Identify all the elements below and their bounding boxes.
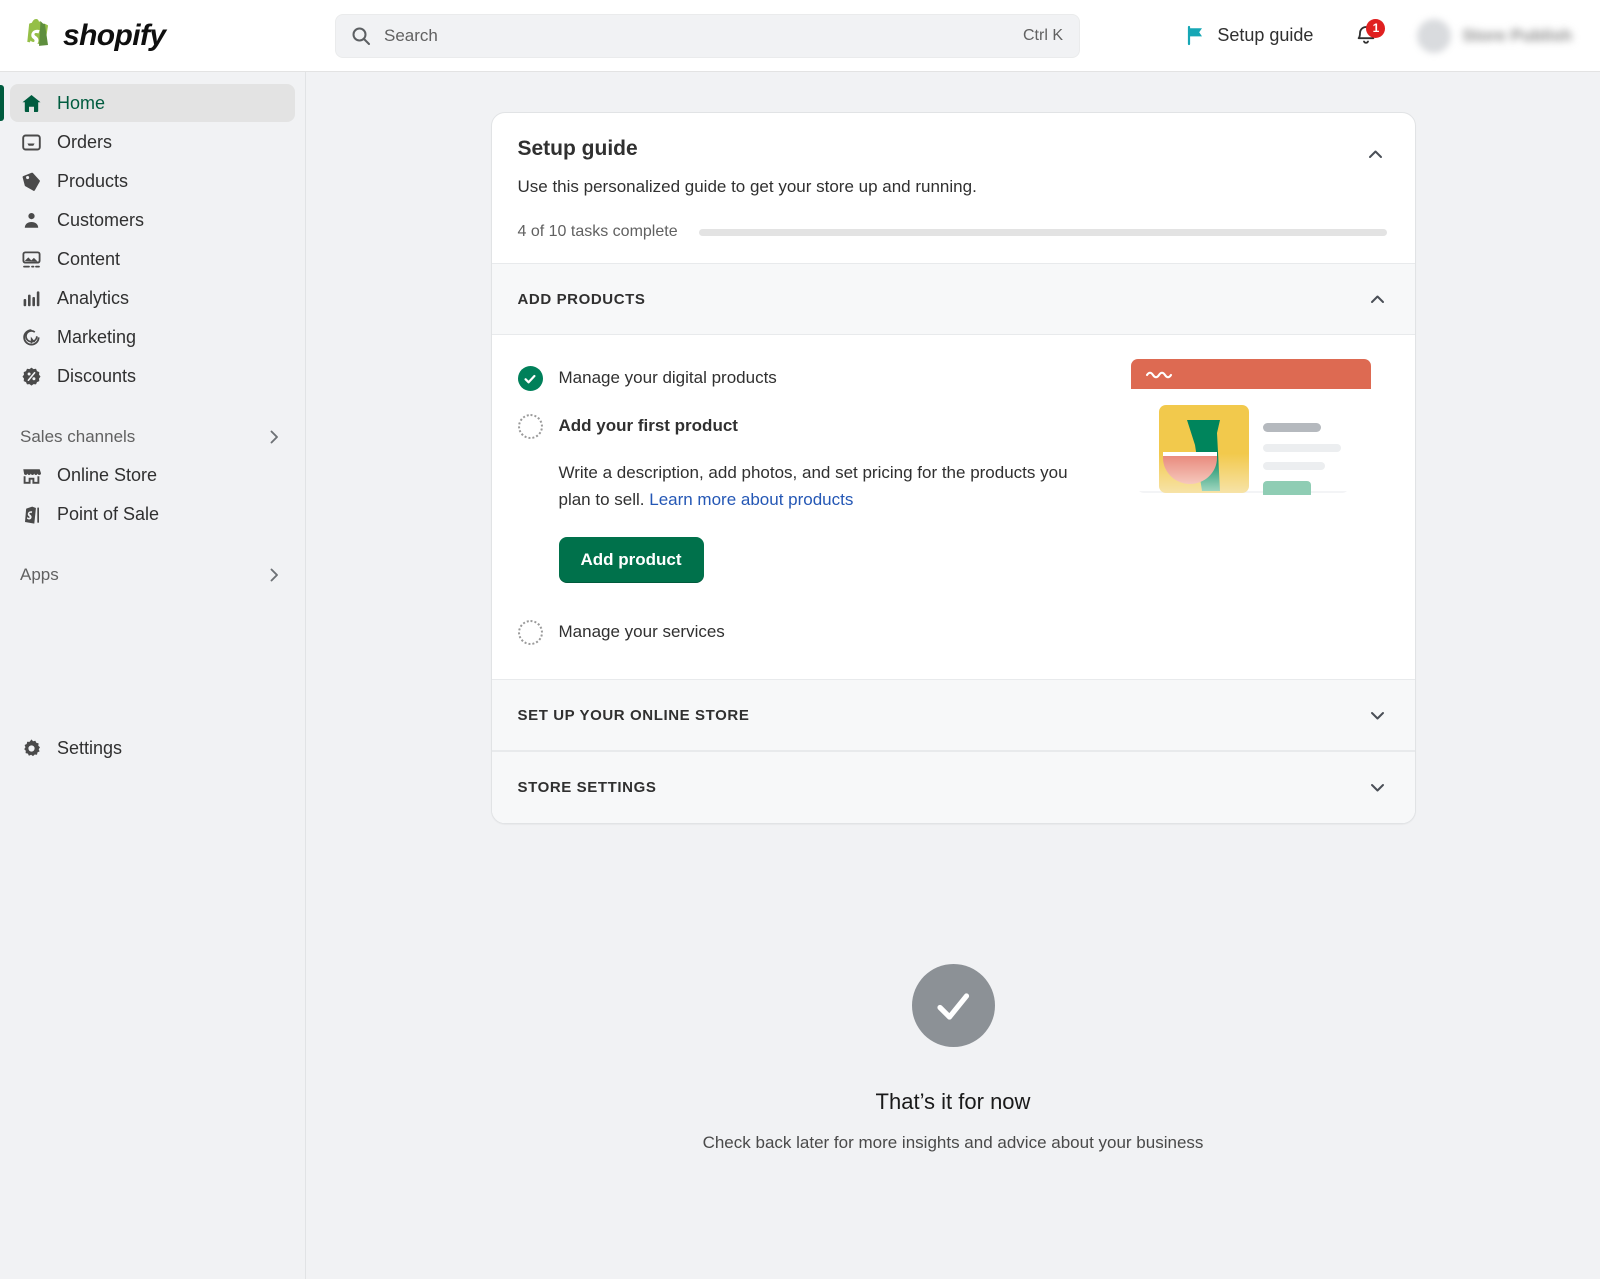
marketing-target-icon <box>20 326 42 348</box>
setup-guide-header: Setup guide Use this personalized guide … <box>492 113 1415 263</box>
collapse-setup-guide-button[interactable] <box>1359 137 1393 171</box>
search-shortcut-hint: Ctrl K <box>1023 27 1063 45</box>
sidebar-item-discounts[interactable]: Discounts <box>10 357 295 395</box>
chevron-up-icon <box>1367 288 1389 310</box>
chevron-down-icon <box>1367 777 1389 799</box>
sidebar-item-content[interactable]: Content <box>10 240 295 278</box>
top-bar: shopify Search Ctrl K Setup guide <box>0 0 1600 72</box>
sidebar-item-label: Products <box>57 171 128 192</box>
sidebar-item-label: Point of Sale <box>57 504 159 525</box>
sales-channels-label: Sales channels <box>20 427 135 447</box>
customers-person-icon <box>20 209 42 231</box>
chevron-right-icon <box>263 564 285 586</box>
sidebar-spacer <box>10 594 295 729</box>
progress-label: 4 of 10 tasks complete <box>518 223 678 241</box>
products-tag-icon <box>20 170 42 192</box>
sidebar-item-label: Settings <box>57 738 122 759</box>
empty-state-subtitle: Check back later for more insights and a… <box>703 1133 1204 1153</box>
apps-label: Apps <box>20 565 59 585</box>
progress-bar <box>699 229 1387 236</box>
sidebar-section-apps[interactable]: Apps <box>10 556 295 594</box>
add-product-button[interactable]: Add product <box>559 537 704 583</box>
user-menu[interactable]: Store Publish <box>1407 14 1582 58</box>
search-input[interactable]: Search Ctrl K <box>335 14 1080 58</box>
chevron-down-icon <box>1367 704 1389 726</box>
sidebar-item-label: Customers <box>57 210 144 231</box>
home-icon <box>20 92 42 114</box>
setup-guide-button[interactable]: Setup guide <box>1172 17 1325 55</box>
analytics-bars-icon <box>20 287 42 309</box>
sidebar: Home Orders Products <box>0 72 306 1279</box>
chevron-up-icon <box>1365 143 1387 165</box>
progress-row: 4 of 10 tasks complete <box>518 223 1389 241</box>
sidebar-item-marketing[interactable]: Marketing <box>10 318 295 356</box>
task-body: Add your first product Write a descripti… <box>559 413 1079 583</box>
avatar <box>1417 19 1451 53</box>
sidebar-item-label: Marketing <box>57 327 136 348</box>
chevron-right-icon <box>263 426 285 448</box>
sidebar-item-label: Analytics <box>57 288 129 309</box>
check-circle-icon <box>912 964 995 1047</box>
sidebar-item-label: Home <box>57 93 105 114</box>
setup-guide-label: Setup guide <box>1217 25 1313 46</box>
sidebar-item-analytics[interactable]: Analytics <box>10 279 295 317</box>
task-description: Write a description, add photos, and set… <box>559 459 1079 513</box>
topbar-actions: Setup guide 1 Store Publish <box>1172 14 1600 58</box>
notifications-button[interactable]: 1 <box>1343 17 1389 55</box>
shopify-bag-icon <box>22 19 54 53</box>
section-title: STORE SETTINGS <box>518 779 657 796</box>
search-placeholder: Search <box>384 26 1011 46</box>
storefront-icon <box>20 464 42 486</box>
dotted-circle-icon <box>518 620 543 645</box>
page-title: Setup guide <box>518 137 1389 161</box>
sidebar-item-online-store[interactable]: Online Store <box>10 456 295 494</box>
setup-guide-card: Setup guide Use this personalized guide … <box>491 112 1416 824</box>
user-name: Store Publish <box>1462 26 1572 46</box>
search-icon <box>350 25 372 47</box>
sidebar-item-settings[interactable]: Settings <box>10 729 295 767</box>
sidebar-item-customers[interactable]: Customers <box>10 201 295 239</box>
gear-icon <box>20 737 42 759</box>
content-image-icon <box>20 248 42 270</box>
empty-state-title: That’s it for now <box>876 1089 1031 1115</box>
section-title: ADD PRODUCTS <box>518 291 646 308</box>
sidebar-item-point-of-sale[interactable]: Point of Sale <box>10 495 295 533</box>
main-content: Setup guide Use this personalized guide … <box>306 72 1600 1279</box>
empty-state: That’s it for now Check back later for m… <box>306 964 1600 1153</box>
task-label: Manage your services <box>559 619 725 645</box>
notification-badge: 1 <box>1366 19 1385 38</box>
product-card-illustration <box>1123 345 1379 495</box>
search-container: Search Ctrl K <box>335 14 1080 58</box>
sidebar-item-orders[interactable]: Orders <box>10 123 295 161</box>
sidebar-item-label: Discounts <box>57 366 136 387</box>
dotted-circle-icon <box>518 414 543 439</box>
section-title: SET UP YOUR ONLINE STORE <box>518 707 750 724</box>
discounts-percent-icon <box>20 365 42 387</box>
shopify-logo[interactable]: shopify <box>0 19 306 53</box>
flag-icon <box>1184 25 1206 47</box>
pos-bag-icon <box>20 503 42 525</box>
brand-wordmark: shopify <box>63 19 165 53</box>
section-header-add-products[interactable]: ADD PRODUCTS <box>492 263 1415 335</box>
orders-icon <box>20 131 42 153</box>
sidebar-section-sales-channels[interactable]: Sales channels <box>10 418 295 456</box>
task-row[interactable]: Manage your services <box>518 591 1389 653</box>
sidebar-item-home[interactable]: Home <box>10 84 295 122</box>
sidebar-item-products[interactable]: Products <box>10 162 295 200</box>
section-header-store-settings[interactable]: STORE SETTINGS <box>492 751 1415 823</box>
active-indicator <box>0 85 4 121</box>
learn-more-link[interactable]: Learn more about products <box>649 490 853 509</box>
task-label: Add your first product <box>559 413 1079 439</box>
check-circle-icon <box>518 366 543 391</box>
sidebar-item-label: Online Store <box>57 465 157 486</box>
sidebar-item-label: Orders <box>57 132 112 153</box>
task-list: Manage your digital products Add your fi… <box>492 335 1415 679</box>
setup-guide-subtitle: Use this personalized guide to get your … <box>518 177 1389 197</box>
sidebar-item-label: Content <box>57 249 120 270</box>
section-header-set-up-your-online-store[interactable]: SET UP YOUR ONLINE STORE <box>492 679 1415 751</box>
task-label: Manage your digital products <box>559 365 777 391</box>
